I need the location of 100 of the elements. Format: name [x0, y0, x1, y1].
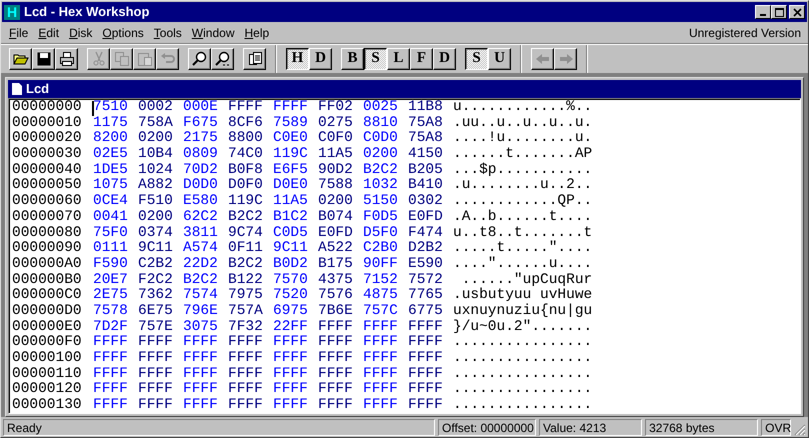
hex-word: E0FD — [408, 210, 444, 226]
hex-word: F474 — [408, 226, 444, 241]
minimize-button[interactable] — [755, 5, 771, 19]
toolbar-toggle[interactable]: L — [387, 48, 410, 70]
hex-word: B410 — [408, 178, 444, 194]
pages-icon — [246, 50, 262, 66]
hex-word: 757E — [138, 320, 174, 336]
ascii-text: .uu..u..u..u..u. — [453, 116, 592, 132]
hex-word: FFFF — [408, 382, 444, 398]
hex-word: 2175 — [183, 131, 219, 147]
hex-word: FFFF — [408, 398, 444, 413]
hex-word: A882 — [138, 178, 174, 194]
registration-label: Unregistered Version — [688, 25, 801, 42]
paste-icon — [136, 50, 152, 66]
ascii-text: uxnuynuziu{nu|gu — [453, 304, 592, 320]
hex-word: D0F0 — [228, 178, 264, 194]
hex-word: 0F11 — [228, 241, 264, 257]
address-cell-text: 000000D0 — [12, 304, 83, 320]
hex-word: 1175 — [93, 116, 129, 131]
hex-word: FFFF — [363, 366, 399, 382]
address-cell-text: 00000010 — [12, 116, 83, 131]
hex-word: 7570 — [273, 272, 309, 288]
address-cell-text: 00000020 — [12, 131, 83, 147]
toolbar-button[interactable] — [243, 48, 266, 70]
menu-item[interactable]: Options — [97, 24, 149, 42]
status-panel: OVR — [761, 419, 792, 436]
toolbar-toggle[interactable]: F — [410, 48, 433, 70]
toolbar-button[interactable] — [55, 48, 78, 70]
toolbar-toggle[interactable]: B — [341, 48, 364, 70]
toolbar-toggle[interactable]: S — [364, 48, 387, 70]
toolbar-toggle[interactable]: U — [488, 48, 511, 70]
scissors-icon — [90, 50, 106, 66]
hex-word: FFFF — [228, 351, 264, 367]
hex-word: 0200 — [363, 147, 399, 163]
hex-word: 90FF — [363, 256, 399, 273]
toolbar-button[interactable] — [188, 48, 211, 70]
hex-word: B2C2 — [228, 256, 264, 273]
menu-item[interactable]: Disk — [64, 24, 98, 42]
hex-word: 7572 — [408, 272, 444, 288]
hex-word: 7589 — [273, 116, 309, 131]
hex-word: E590 — [408, 256, 444, 273]
toolbar-toggle[interactable]: S — [465, 48, 488, 70]
hex-word: FFFF — [93, 335, 129, 351]
hex-word: 1075 — [93, 178, 129, 194]
hex-word: 11A5 — [318, 147, 354, 163]
hex-word: FFFF — [363, 351, 399, 367]
toolbar-toggle[interactable]: H — [286, 48, 309, 70]
hex-word: F590 — [93, 256, 129, 273]
minimize-icon — [760, 14, 766, 16]
toolbar-button[interactable] — [9, 48, 32, 70]
hex-word: 7578 — [93, 304, 129, 320]
hex-word: C0D0 — [363, 131, 399, 147]
toolbar-button[interactable] — [32, 48, 55, 70]
hex-word: 10B4 — [138, 147, 174, 163]
hex-word: FFFF — [273, 366, 309, 382]
hex-word: A522 — [318, 241, 354, 257]
menu-item[interactable]: File — [4, 24, 34, 42]
hex-word: C0E0 — [273, 131, 309, 147]
close-button[interactable] — [789, 5, 805, 19]
hex-word: B1C2 — [273, 210, 309, 226]
ascii-text: }/u~0u.2"....... — [453, 320, 592, 336]
ascii-text: ......t.......AP — [453, 147, 592, 162]
address-cell-text: 000000E0 — [12, 320, 83, 335]
menu-item[interactable]: Help — [239, 24, 274, 42]
toolbar-button[interactable] — [211, 48, 234, 70]
maximize-icon — [774, 8, 784, 16]
address-cell-text: 000000B0 — [12, 272, 83, 288]
hex-word: FFFF — [183, 382, 219, 398]
hex-word: B074 — [318, 210, 354, 226]
text-cursor — [92, 101, 94, 116]
address-cell-text: 00000000 — [12, 100, 83, 116]
hex-word: 0CE4 — [93, 194, 129, 210]
toolbar-toggle[interactable]: D — [309, 48, 332, 70]
hex-word: FFFF — [228, 100, 264, 116]
maximize-button[interactable] — [771, 5, 787, 19]
document-title: Lcd — [26, 80, 50, 98]
hex-word: 7975 — [228, 288, 264, 304]
toolbar-toggle[interactable]: D — [433, 48, 456, 70]
hex-word: 5150 — [363, 194, 399, 210]
address-cell-text: 00000040 — [12, 162, 83, 178]
hex-word: FFFF — [408, 320, 444, 336]
resize-grip-icon[interactable] — [794, 424, 806, 436]
hex-word: FF02 — [318, 100, 354, 116]
hex-word: FFFF — [408, 351, 444, 367]
hex-word: D0D0 — [183, 178, 219, 194]
hex-word: 7588 — [318, 178, 354, 194]
menu-item[interactable]: Tools — [148, 24, 187, 42]
hex-word: FFFF — [363, 320, 399, 336]
hex-word: FFFF — [273, 351, 309, 367]
hex-word: FFFF — [318, 398, 354, 413]
menu-item[interactable]: Window — [186, 24, 240, 42]
ascii-text: ...."......u.... — [453, 256, 592, 272]
hex-word: 757C — [363, 304, 399, 320]
hex-word: FFFF — [318, 320, 354, 336]
hex-word: FFFF — [363, 398, 399, 413]
hex-word: 1024 — [138, 162, 174, 178]
address-cell-text: 000000C0 — [12, 288, 83, 304]
status-panel: Value: 4213 — [539, 419, 642, 436]
menu-item[interactable]: Edit — [33, 24, 64, 42]
hex-word: 7D2F — [93, 320, 129, 336]
